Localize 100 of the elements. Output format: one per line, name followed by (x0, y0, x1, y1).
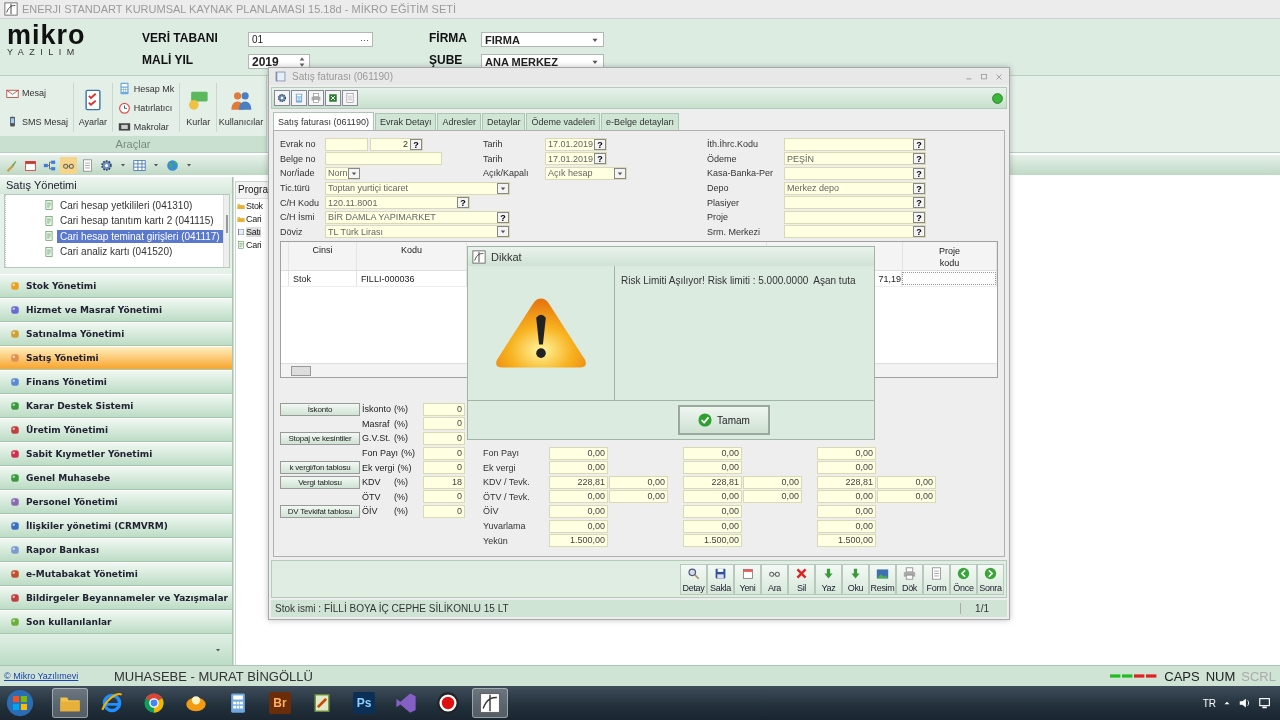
calendar-icon[interactable] (24, 158, 37, 172)
action-button[interactable]: Önce (950, 563, 977, 595)
module-bar[interactable]: Sabit Kıymetler Yönetimi (0, 442, 232, 466)
glasses-icon[interactable] (62, 158, 75, 172)
globe-icon[interactable] (166, 158, 179, 172)
dropdown[interactable]: TL Türk Lirası (325, 225, 510, 239)
action-button[interactable]: Detay (680, 563, 707, 595)
language-indicator[interactable]: TR (1202, 697, 1216, 709)
module-bar[interactable]: Satınalma Yönetimi (0, 322, 232, 346)
caret-icon[interactable] (152, 161, 160, 169)
monitor-icon[interactable] (1258, 696, 1272, 710)
network-icon[interactable] (43, 158, 56, 172)
tool-button[interactable] (308, 90, 324, 106)
dropdown[interactable]: Toptan yurtiçi ticaret (325, 181, 510, 195)
input-field[interactable] (325, 152, 442, 166)
lookup-button[interactable]: ? (594, 138, 606, 150)
ribbon-button[interactable]: Makrolar (115, 120, 177, 133)
table-button[interactable]: Vergi tablosu (280, 475, 360, 489)
action-button[interactable]: Ara (761, 563, 788, 595)
action-button[interactable]: Oku (842, 563, 869, 595)
volume-icon[interactable] (1238, 696, 1252, 710)
scrollbar[interactable] (222, 195, 229, 267)
ribbon-button[interactable]: Hatırlatıcı (115, 101, 177, 114)
input-field[interactable]: 0 (423, 490, 465, 504)
module-bar[interactable]: Rapor Bankası (0, 538, 232, 562)
table-button[interactable]: Stopaj ve kesintiler (280, 432, 360, 445)
module-bar[interactable]: Personel Yönetimi (0, 490, 232, 514)
input-field[interactable]: 17.01.2019 ? (545, 152, 607, 166)
taskbar-app[interactable]: Br (262, 688, 298, 718)
action-button[interactable]: Sakla (707, 563, 734, 595)
input-field[interactable]: 120.11.8001 ? (325, 196, 470, 210)
dropdown[interactable]: Norn (325, 167, 360, 180)
module-bar[interactable]: Satış Yönetimi (0, 346, 232, 370)
tree-item[interactable]: Cari analiz kartı (041520) (57, 245, 176, 259)
copyright-link[interactable]: © Mikro Yazılımevi (4, 671, 104, 681)
module-bar[interactable]: Son kullanılanlar (0, 610, 232, 634)
input-field[interactable]: FIRMA (481, 32, 604, 47)
ribbon-button[interactable]: Hesap Mk (115, 82, 177, 95)
ribbon-button[interactable]: SMS Mesaj (4, 115, 70, 129)
lookup-button[interactable]: ? (913, 168, 925, 179)
lookup-button[interactable]: ? (410, 138, 422, 150)
module-bar[interactable]: İlişkiler yönetimi (CRMVRM) (0, 514, 232, 538)
action-button[interactable]: Dök (896, 563, 923, 595)
module-bar[interactable]: Genel Muhasebe (0, 466, 232, 490)
list-item[interactable]: Satı (246, 226, 261, 237)
module-bar[interactable]: Üretim Yönetimi (0, 418, 232, 442)
tab[interactable]: Satış faturası (061190) (273, 112, 374, 130)
ribbon-button[interactable]: Kurlar (184, 88, 213, 127)
table-button[interactable]: DV Tevkifat tablosu (280, 504, 360, 518)
module-bar[interactable]: e-Mutabakat Yönetimi (0, 562, 232, 586)
input-field[interactable]: 18 (423, 475, 465, 489)
input-field[interactable]: ? (784, 225, 926, 239)
input-field[interactable]: PEŞİN ? (784, 152, 926, 166)
input-field[interactable]: 0 (423, 461, 465, 475)
list-item[interactable]: Cari (246, 213, 262, 224)
start-icon[interactable] (6, 689, 34, 717)
tree-item[interactable]: Cari hesap yetkilileri (041310) (57, 198, 196, 212)
table-icon[interactable] (133, 158, 146, 172)
input-field[interactable]: 2019 (248, 54, 310, 69)
lookup-button[interactable]: ? (594, 153, 606, 165)
module-bar[interactable]: Karar Destek Sistemi (0, 394, 232, 418)
tab[interactable]: Detaylar (481, 113, 526, 130)
input-field[interactable]: ? (784, 167, 926, 180)
caret-icon[interactable] (119, 161, 127, 169)
lookup-button[interactable]: ? (497, 211, 509, 223)
input-field[interactable]: 2 ? (370, 137, 423, 151)
tree-item[interactable]: Cari hesap teminat girişleri (041117) (57, 229, 223, 243)
tool-button[interactable] (274, 90, 290, 106)
ribbon-button[interactable]: Kullanıcılar (216, 88, 266, 127)
table-cell[interactable] (902, 272, 996, 285)
input-field[interactable]: ? (784, 137, 926, 151)
browse-button[interactable]: ··· (360, 34, 369, 45)
action-button[interactable]: Yaz (815, 563, 842, 595)
input-field[interactable] (325, 137, 368, 151)
input-field[interactable]: 0 (423, 402, 465, 416)
input-field[interactable]: 0 (423, 417, 465, 431)
action-button[interactable]: Form (923, 563, 950, 595)
tab[interactable]: Ödeme vadeleri (526, 113, 600, 130)
tool-button[interactable] (325, 90, 341, 106)
module-bar[interactable]: Bildirgeler Beyannameler ve Yazışmalar (0, 586, 232, 610)
lookup-button[interactable]: ? (913, 138, 925, 150)
table-button[interactable]: İskonto (280, 402, 360, 416)
caret-icon[interactable] (185, 161, 193, 169)
document-icon[interactable] (81, 158, 94, 172)
column-header[interactable]: Cinsi (289, 242, 357, 270)
lookup-button[interactable]: ? (913, 153, 925, 165)
column-header[interactable]: Proje kodu (931, 245, 968, 269)
input-field[interactable]: 0 (423, 446, 465, 460)
tool-button[interactable] (342, 90, 358, 106)
tab[interactable]: Evrak Detayı (374, 113, 437, 130)
table-button[interactable]: k vergi/fon tablosu (280, 461, 360, 475)
module-bar[interactable]: Stok Yönetimi (0, 274, 232, 298)
ok-button[interactable]: Tamam (678, 405, 770, 435)
input-field[interactable]: 01 ··· (248, 32, 373, 47)
list-item[interactable]: Stok (246, 200, 263, 211)
lookup-button[interactable]: ? (913, 182, 925, 194)
action-button[interactable]: Sonra (977, 563, 1004, 595)
ribbon-button[interactable]: Ayarlar (76, 88, 110, 127)
input-field[interactable]: ? (784, 196, 926, 210)
tab[interactable]: e-Belge detayları (601, 113, 680, 130)
